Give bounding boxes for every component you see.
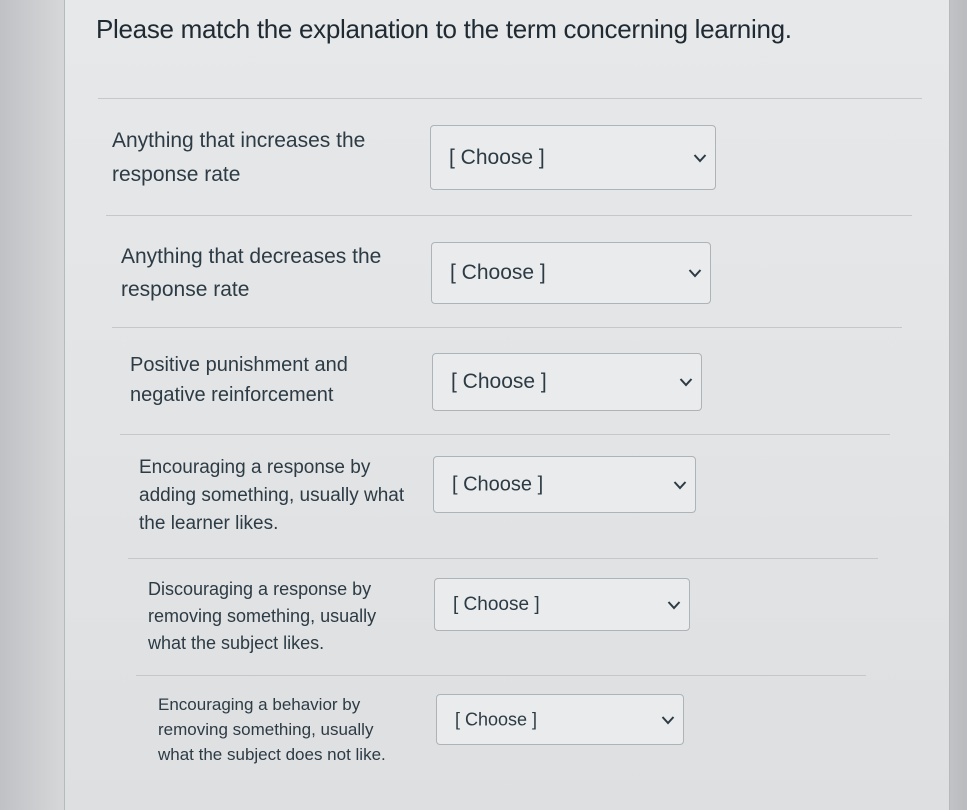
chevron-down-icon [667,600,681,609]
prompt-line: Anything that decreases the [121,245,382,268]
prompt-line: removing something, usually [158,720,374,739]
prompt-line: response rate [121,278,250,301]
select-value: [ Choose ] [452,473,544,495]
match-prompt: Anything that decreases the response rat… [121,240,381,306]
question-text: Please match the explanation to the term… [96,14,792,44]
match-prompt: Discouraging a response by removing some… [148,576,376,657]
answer-select[interactable]: [ Choose ] [430,125,716,190]
answer-select[interactable]: [ Choose ] [433,456,696,513]
match-prompt: Positive punishment and negative reinfor… [130,350,348,410]
chevron-down-icon [661,715,675,724]
answer-select[interactable]: [ Choose ] [436,694,684,745]
prompt-line: what the subject does not like. [158,745,386,764]
match-prompt: Encouraging a behavior by removing somet… [158,692,386,767]
prompt-line: Discouraging a response by [148,579,372,599]
answer-select[interactable]: [ Choose ] [431,242,711,304]
prompt-line: response rate [112,163,241,186]
prompt-line: Anything that increases the [112,129,366,152]
chevron-down-icon [679,378,693,387]
prompt-line: adding something, usually what [139,485,405,506]
match-prompt: Anything that increases the response rat… [112,124,365,192]
divider [106,215,912,216]
chevron-down-icon [688,269,702,278]
chevron-down-icon [693,153,707,162]
prompt-line: the learner likes. [139,513,279,534]
prompt-line: Encouraging a response by [139,457,371,478]
match-prompt: Encouraging a response by adding somethi… [139,454,404,538]
divider [128,558,878,559]
select-value: [ Choose ] [451,370,547,393]
prompt-line: what the subject likes. [148,633,325,653]
divider [120,434,890,435]
select-value: [ Choose ] [455,709,538,729]
prompt-line: Encouraging a behavior by [158,695,361,714]
divider [136,675,866,676]
select-value: [ Choose ] [453,593,540,615]
chevron-down-icon [673,480,687,489]
select-value: [ Choose ] [449,145,545,169]
select-value: [ Choose ] [450,261,546,284]
answer-select[interactable]: [ Choose ] [432,353,702,411]
prompt-line: negative reinforcement [130,384,334,406]
prompt-line: Positive punishment and [130,354,348,376]
divider [112,327,902,328]
divider [98,98,922,99]
answer-select[interactable]: [ Choose ] [434,578,690,631]
prompt-line: removing something, usually [148,606,377,626]
